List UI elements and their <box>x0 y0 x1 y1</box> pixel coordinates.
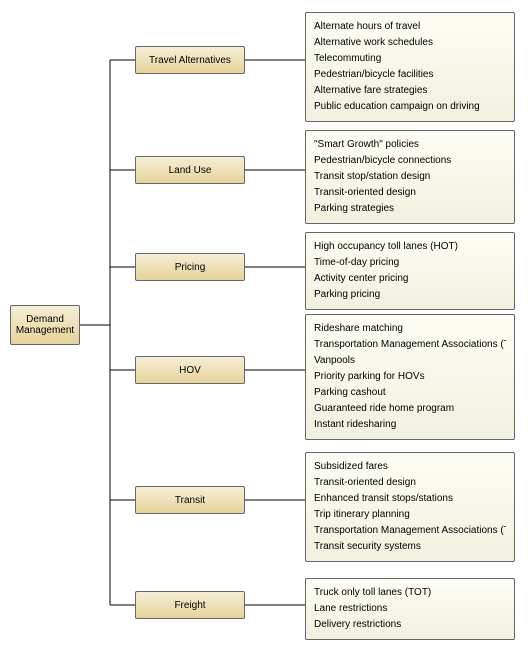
category-node-land-use: Land Use <box>135 156 245 184</box>
list-item: Lane restrictions <box>314 601 506 617</box>
list-item: Alternative fare strategies <box>314 83 506 99</box>
list-item: Trip itinerary planning <box>314 507 506 523</box>
items-box-transit: Subsidized faresTransit-oriented designE… <box>305 452 515 562</box>
items-box-pricing: High occupancy toll lanes (HOT)Time-of-d… <box>305 232 515 310</box>
root-label: Demand Management <box>13 314 77 336</box>
list-item: Transit-oriented design <box>314 185 506 201</box>
category-label: Freight <box>174 600 205 611</box>
items-box-freight: Truck only toll lanes (TOT)Lane restrict… <box>305 578 515 640</box>
list-item: Alternative work schedules <box>314 35 506 51</box>
list-item: Transportation Management Associations (… <box>314 337 506 353</box>
list-item: Parking cashout <box>314 385 506 401</box>
list-item: Pedestrian/bicycle facilities <box>314 67 506 83</box>
list-item: Truck only toll lanes (TOT) <box>314 585 506 601</box>
list-item: Transportation Management Associations (… <box>314 523 506 539</box>
category-node-freight: Freight <box>135 591 245 619</box>
list-item: Guaranteed ride home program <box>314 401 506 417</box>
category-node-travel-alternatives: Travel Alternatives <box>135 46 245 74</box>
list-item: Activity center pricing <box>314 271 506 287</box>
list-item: High occupancy toll lanes (HOT) <box>314 239 506 255</box>
category-node-transit: Transit <box>135 486 245 514</box>
list-item: Priority parking for HOVs <box>314 369 506 385</box>
category-label: HOV <box>179 365 201 376</box>
category-node-pricing: Pricing <box>135 253 245 281</box>
list-item: Transit stop/station design <box>314 169 506 185</box>
list-item: Alternate hours of travel <box>314 19 506 35</box>
list-item: Enhanced transit stops/stations <box>314 491 506 507</box>
items-box-travel-alternatives: Alternate hours of travelAlternative wor… <box>305 12 515 122</box>
list-item: Vanpools <box>314 353 506 369</box>
items-box-land-use: "Smart Growth" policiesPedestrian/bicycl… <box>305 130 515 224</box>
list-item: Subsidized fares <box>314 459 506 475</box>
list-item: Telecommuting <box>314 51 506 67</box>
category-label: Land Use <box>169 165 212 176</box>
list-item: Parking pricing <box>314 287 506 303</box>
list-item: "Smart Growth" policies <box>314 137 506 153</box>
list-item: Instant ridesharing <box>314 417 506 433</box>
list-item: Transit-oriented design <box>314 475 506 491</box>
category-label: Transit <box>175 495 205 506</box>
list-item: Transit security systems <box>314 539 506 555</box>
root-node: Demand Management <box>10 305 80 345</box>
list-item: Parking strategies <box>314 201 506 217</box>
list-item: Rideshare matching <box>314 321 506 337</box>
list-item: Pedestrian/bicycle connections <box>314 153 506 169</box>
category-label: Pricing <box>175 262 206 273</box>
items-box-hov: Rideshare matchingTransportation Managem… <box>305 314 515 440</box>
category-node-hov: HOV <box>135 356 245 384</box>
list-item: Delivery restrictions <box>314 617 506 633</box>
list-item: Public education campaign on driving <box>314 99 506 115</box>
list-item: Time-of-day pricing <box>314 255 506 271</box>
category-label: Travel Alternatives <box>149 55 231 66</box>
